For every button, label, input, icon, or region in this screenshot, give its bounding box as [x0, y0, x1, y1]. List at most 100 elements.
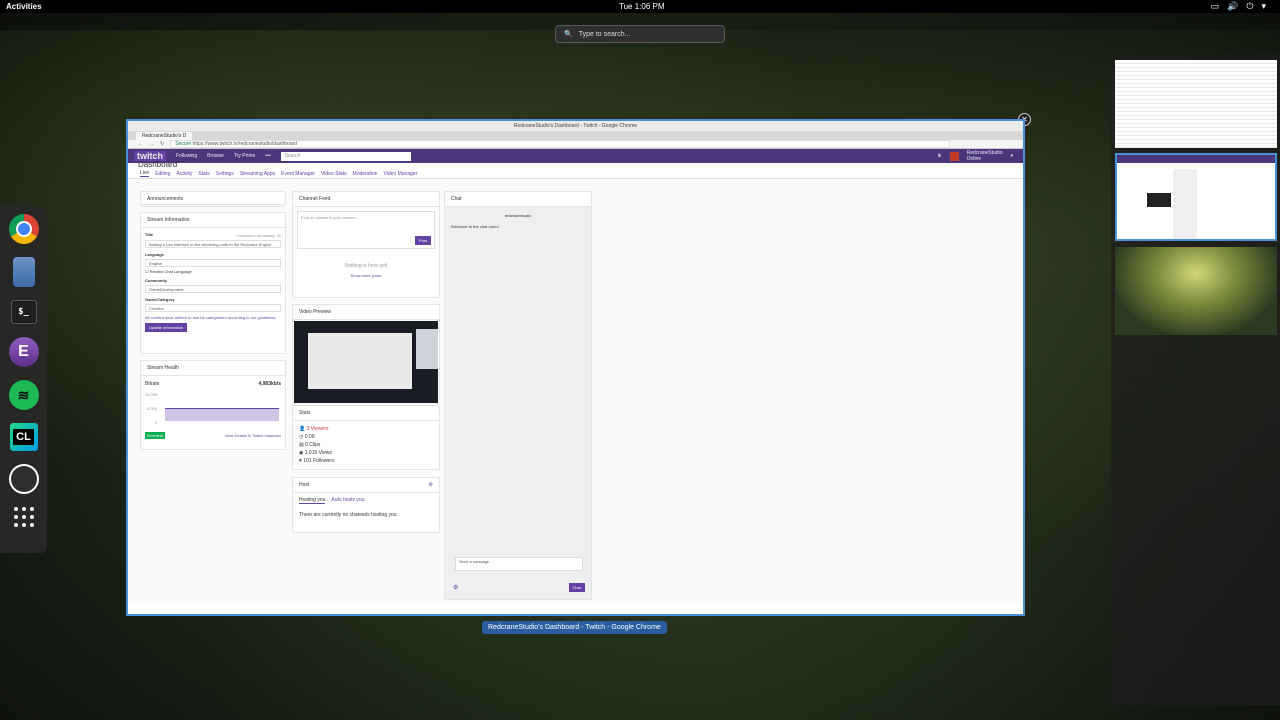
chat-title[interactable]: Chat [445, 192, 591, 207]
video-preview-title[interactable]: Video Preview [293, 305, 439, 320]
files-icon[interactable] [12, 257, 35, 287]
stats-panel: Stats 👤 3 Viewers ◷ 0:09 ▤ 0 Clips ◉ 1,0… [292, 405, 440, 470]
activities-button[interactable]: Activities [6, 2, 42, 11]
search-icon: 🔍 [564, 31, 573, 38]
terminal-icon[interactable]: $_ [10, 300, 37, 324]
status-badge: Excellent [145, 432, 166, 439]
url-field[interactable]: Secure https://www.twitch.tv/redcranestu… [170, 140, 951, 148]
bitrate-chart: 10,000 5,000 0 [145, 392, 281, 426]
stat-followers: ♥ 101 Followers [299, 458, 335, 464]
stat-viewers: 👤 3 Viewers [299, 426, 329, 432]
chrome-window[interactable]: RedcraneStudio's Dashboard - Twitch - Go… [126, 119, 1025, 616]
nav-following[interactable]: Following [176, 153, 197, 159]
emacs-icon[interactable]: E [8, 337, 39, 367]
show-more-posts[interactable]: Show more posts [293, 273, 439, 278]
back-icon[interactable]: ← [138, 141, 143, 147]
channel-feed-title[interactable]: Channel Feed [293, 192, 439, 207]
user-status: Online [966, 156, 982, 162]
restrict-chat-checkbox[interactable]: ☐ Restrict Chat Language [145, 269, 281, 274]
chat-input[interactable]: Send a message [455, 557, 583, 571]
video-preview[interactable] [294, 321, 438, 403]
chat-channel: redcranestudio [504, 213, 532, 218]
system-tray[interactable]: ▭ 🔊 ⏻ ▾ [1211, 1, 1266, 12]
chat-welcome: Welcome to the chat room! [451, 224, 499, 229]
url-text: https://www.twitch.tv/redcranestudio/das… [192, 141, 297, 147]
top-bar: Activities Tue 1:06 PM ▭ 🔊 ⏻ ▾ [0, 0, 1280, 13]
language-select[interactable]: English [145, 259, 281, 267]
gear-icon[interactable]: ⚙ [429, 482, 433, 488]
power-icon[interactable]: ⏻ [1246, 1, 1253, 12]
update-information-button[interactable]: Update Information [145, 323, 188, 332]
host-empty: There are currently no channels hosting … [299, 512, 397, 518]
bitrate-label: Bitrate [145, 381, 160, 387]
tab-stats[interactable]: Stats [198, 171, 209, 177]
tab-activity[interactable]: Activity [176, 171, 192, 177]
inspector-link[interactable]: View Details in Twitch Inspector [225, 433, 281, 438]
avatar [949, 151, 959, 161]
tab-live[interactable]: Live [140, 170, 150, 177]
tab-event-manager[interactable]: Event Manager [281, 171, 315, 177]
search-input[interactable]: 🔍 Type to search... [555, 25, 725, 43]
tab-bar: RedcraneStudio's D [128, 131, 1023, 140]
guidelines-text[interactable]: All content must adhere to and be catego… [145, 315, 281, 320]
chevron-down-icon[interactable]: ▾ [1261, 1, 1266, 12]
clion-icon[interactable]: CL [9, 423, 38, 451]
chat-button[interactable]: Chat [568, 583, 585, 592]
feed-post-box[interactable]: Post an update to your channel... Post [297, 211, 435, 249]
show-applications-icon[interactable] [13, 507, 34, 527]
crown-icon[interactable]: ♛ [937, 153, 941, 159]
twitch-search-input[interactable]: Search [280, 151, 411, 161]
reload-icon[interactable]: ↻ [160, 141, 164, 147]
post-button[interactable]: Post [414, 236, 431, 245]
tab-editing[interactable]: Editing [155, 171, 170, 177]
screen-icon[interactable]: ▭ [1211, 1, 1220, 12]
stream-health-panel: Stream Health Bitrate 4,983kb/s 10,000 5… [140, 360, 286, 450]
tab-streaming-apps[interactable]: Streaming Apps [240, 171, 275, 177]
nav-browse[interactable]: Browse [207, 153, 224, 159]
host-title[interactable]: Host ⚙ [293, 478, 439, 493]
gear-icon[interactable]: ⚙ [453, 584, 458, 591]
spotify-icon[interactable]: ≋ [8, 380, 39, 410]
clock[interactable]: Tue 1:06 PM [619, 2, 665, 11]
language-label: Language [145, 252, 164, 257]
volume-icon[interactable]: 🔊 [1227, 1, 1238, 12]
channel-feed-panel: Channel Feed Post an update to your chan… [292, 191, 440, 298]
community-input[interactable]: GameDevelopment [145, 285, 281, 293]
workspace-thumbnail-2[interactable] [1115, 153, 1277, 241]
window-title: RedcraneStudio's Dashboard - Twitch - Go… [128, 121, 1023, 131]
stream-info-title[interactable]: Stream Information [141, 213, 285, 228]
dashboard-content: Announcements Stream Information Title C… [128, 179, 1023, 603]
workspace-thumbnail-3[interactable] [1115, 247, 1277, 335]
stat-clips: ▤ 0 Clips [299, 442, 321, 448]
dash: $_ E ≋ CL [0, 206, 47, 553]
workspace-thumbnail-1[interactable] [1115, 60, 1277, 148]
window-caption: RedcraneStudio's Dashboard - Twitch - Go… [482, 621, 667, 634]
tab-video-manager[interactable]: Video Manager [384, 171, 418, 177]
address-bar: ← → ↻ Secure https://www.twitch.tv/redcr… [128, 140, 1023, 149]
video-preview-panel: Video Preview [292, 304, 440, 403]
game-label: Game/Category [145, 297, 175, 302]
game-input[interactable]: Creative [145, 304, 281, 312]
chrome-icon[interactable] [8, 214, 39, 244]
tab-settings[interactable]: Settings [216, 171, 234, 177]
stats-title[interactable]: Stats [293, 406, 439, 421]
obs-icon[interactable] [8, 464, 39, 494]
chevron-down-icon[interactable]: ▾ [1010, 153, 1013, 159]
chars-remaining: Characters remaining: 32 [236, 233, 281, 238]
tab-hosting-you[interactable]: Hosting you [299, 497, 326, 504]
forward-icon[interactable]: → [149, 141, 154, 147]
title-input[interactable]: Adding a Lua interface to live rendering… [145, 240, 281, 248]
workspace-switcher [1111, 55, 1280, 705]
announcements-panel[interactable]: Announcements [140, 191, 286, 207]
nav-try-prime[interactable]: Try Prime [234, 153, 255, 159]
tab-video-stats[interactable]: Video Stats [321, 171, 346, 177]
tab-auto-hosts[interactable]: Auto hosts you [331, 497, 364, 504]
browser-tab[interactable]: RedcraneStudio's D [136, 132, 193, 140]
y-tick: 5,000 [147, 406, 158, 411]
search-placeholder: Type to search... [578, 30, 631, 38]
announcements-title[interactable]: Announcements [141, 192, 285, 207]
stream-health-title[interactable]: Stream Health [141, 361, 285, 376]
user-menu[interactable]: ♛ RedcraneStudio Online ▾ [937, 150, 1013, 162]
nav-more[interactable]: ••• [265, 153, 270, 159]
tab-moderation[interactable]: Moderation [353, 171, 378, 177]
